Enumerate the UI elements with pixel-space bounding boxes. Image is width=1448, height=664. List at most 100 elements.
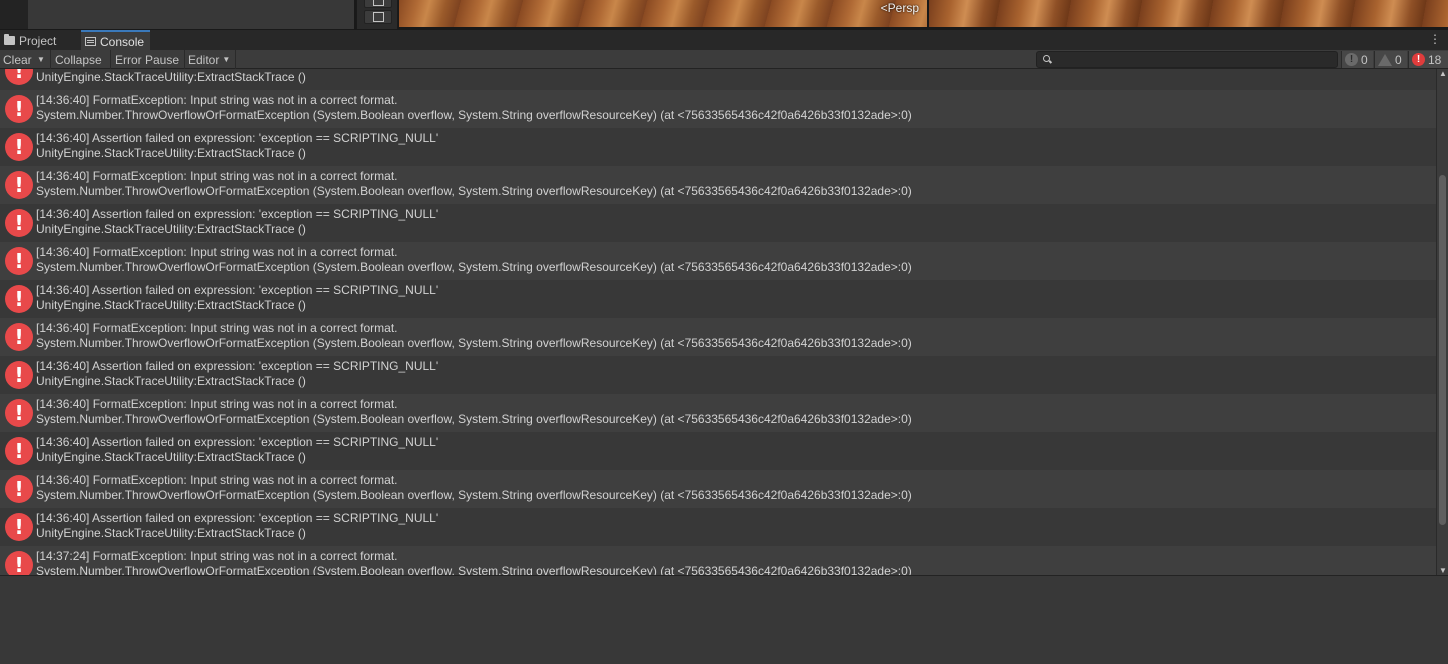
error-icon: !: [5, 95, 33, 123]
log-entry[interactable]: ! [14:36:40] FormatException: Input strin…: [0, 470, 1436, 508]
error-count: 18: [1428, 52, 1442, 67]
chevron-down-icon: ▼: [37, 55, 45, 64]
warning-icon: [1378, 53, 1392, 66]
console-toolbar: Clear ▼ Collapse Error Pause Editor ▼ ! …: [0, 50, 1448, 69]
error-icon: !: [5, 171, 33, 199]
rect-tool-button[interactable]: [364, 10, 392, 24]
log-details-pane: [0, 575, 1448, 664]
log-message: [14:36:40] Assertion failed on expressio…: [36, 359, 439, 373]
log-entry[interactable]: ! [14:36:40] FormatException: Input strin…: [0, 394, 1436, 432]
log-message: [14:37:24] FormatException: Input string…: [36, 549, 398, 563]
error-icon: !: [1412, 53, 1425, 66]
log-entry[interactable]: ! [14:36:40] FormatException: Input strin…: [0, 166, 1436, 204]
clear-label: Clear: [3, 52, 32, 67]
info-icon: !: [1345, 53, 1358, 66]
error-icon: !: [5, 323, 33, 351]
error-icon: !: [5, 475, 33, 503]
error-icon: !: [5, 399, 33, 427]
log-entry[interactable]: ! [14:36:40] Assertion failed on expressi…: [0, 356, 1436, 394]
grid-icon: [372, 0, 384, 6]
log-stacktrace: UnityEngine.StackTraceUtility:ExtractSta…: [36, 374, 306, 388]
log-message: [14:36:40] FormatException: Input string…: [36, 169, 398, 183]
error-icon: !: [5, 247, 33, 275]
log-message: [14:36:40] FormatException: Input string…: [36, 397, 398, 411]
error-icon: !: [5, 209, 33, 237]
log-message: [14:36:40] FormatException: Input string…: [36, 321, 398, 335]
error-icon: !: [5, 437, 33, 465]
tab-console-label: Console: [100, 34, 145, 49]
editor-dropdown[interactable]: Editor ▼: [185, 50, 236, 69]
collapse-toggle[interactable]: Collapse: [52, 50, 111, 69]
error-pause-label: Error Pause: [115, 52, 180, 67]
search-input[interactable]: [1036, 51, 1338, 68]
log-message: [14:36:40] Assertion failed on expressio…: [36, 131, 439, 145]
log-message: [14:36:40] FormatException: Input string…: [36, 93, 398, 107]
rect-tool-icon: [372, 12, 384, 22]
scene-tool-column: [356, 0, 398, 29]
editor-label: Editor: [188, 52, 220, 67]
log-message: [14:36:40] FormatException: Input string…: [36, 473, 398, 487]
log-stacktrace: System.Number.ThrowOverflowOrFormatExcep…: [36, 488, 912, 502]
log-stacktrace: UnityEngine.StackTraceUtility:ExtractSta…: [36, 222, 306, 236]
log-entry[interactable]: ! [14:36:40] Assertion failed on expressi…: [0, 204, 1436, 242]
scene-viewport[interactable]: <Persp: [399, 0, 927, 27]
error-icon: !: [5, 133, 33, 161]
game-viewport[interactable]: [929, 0, 1448, 27]
log-message: [14:36:40] Assertion failed on expressio…: [36, 207, 439, 221]
error-icon: !: [5, 551, 33, 575]
log-entry[interactable]: ! [14:36:40] Assertion failed on expressi…: [0, 128, 1436, 166]
persp-label[interactable]: <Persp: [881, 1, 919, 15]
warning-count: 0: [1395, 52, 1402, 67]
tab-project-label: Project: [19, 33, 57, 48]
scrollbar-thumb[interactable]: [1439, 175, 1446, 525]
panel-tab-bar: Project Console ⋮: [0, 29, 1448, 51]
error-icon: !: [5, 513, 33, 541]
warning-count-toggle[interactable]: 0: [1374, 51, 1407, 68]
log-stacktrace: UnityEngine.StackTraceUtility:ExtractSta…: [36, 450, 306, 464]
log-stacktrace: System.Number.ThrowOverflowOrFormatExcep…: [36, 108, 912, 122]
clear-button[interactable]: Clear: [0, 50, 34, 69]
scene-tool-button[interactable]: [364, 0, 392, 8]
search-icon: [1043, 55, 1050, 62]
log-entry[interactable]: ! [14:36:40] Assertion failed on expressi…: [0, 508, 1436, 546]
scroll-up-icon[interactable]: ▲: [1439, 69, 1447, 78]
log-message: [14:36:40] Assertion failed on expressio…: [36, 435, 439, 449]
error-count-toggle[interactable]: ! 18: [1408, 51, 1448, 68]
log-stacktrace: UnityEngine.StackTraceUtility:ExtractSta…: [36, 298, 306, 312]
log-stacktrace: System.Number.ThrowOverflowOrFormatExcep…: [36, 184, 912, 198]
error-pause-toggle[interactable]: Error Pause: [112, 50, 185, 69]
log-stacktrace: UnityEngine.StackTraceUtility:ExtractSta…: [36, 526, 306, 540]
log-entry[interactable]: ! [14:36:40] FormatException: Input strin…: [0, 90, 1436, 128]
log-stacktrace: System.Number.ThrowOverflowOrFormatExcep…: [36, 260, 912, 274]
log-message: [14:36:40] Assertion failed on expressio…: [36, 283, 439, 297]
log-stacktrace: UnityEngine.StackTraceUtility:ExtractSta…: [36, 70, 306, 84]
console-log-list[interactable]: ! UnityEngine.StackTraceUtility:ExtractSt…: [0, 69, 1436, 575]
log-scrollbar[interactable]: ▲ ▼: [1436, 69, 1448, 575]
log-entry[interactable]: ! [14:37:24] FormatException: Input strin…: [0, 546, 1436, 575]
log-message: [14:36:40] Assertion failed on expressio…: [36, 511, 439, 525]
log-stacktrace: UnityEngine.StackTraceUtility:ExtractSta…: [36, 146, 306, 160]
scroll-down-icon[interactable]: ▼: [1439, 566, 1447, 575]
tab-console[interactable]: Console: [81, 30, 151, 51]
error-icon: !: [5, 285, 33, 313]
tab-project[interactable]: Project: [0, 30, 62, 51]
info-count-toggle[interactable]: ! 0: [1341, 51, 1373, 68]
chevron-down-icon: ▼: [222, 55, 231, 64]
inspector-panel-edge: [28, 0, 354, 29]
log-entry[interactable]: ! [14:36:40] Assertion failed on expressi…: [0, 280, 1436, 318]
log-entry[interactable]: ! [14:36:40] Assertion failed on expressi…: [0, 432, 1436, 470]
clear-options-dropdown[interactable]: ▼: [34, 50, 51, 69]
log-entry[interactable]: ! [14:36:40] FormatException: Input strin…: [0, 318, 1436, 356]
log-message: [14:36:40] FormatException: Input string…: [36, 245, 398, 259]
log-entry[interactable]: ! UnityEngine.StackTraceUtility:ExtractSt…: [0, 69, 1436, 90]
collapse-label: Collapse: [55, 52, 102, 67]
scene-view-strip: <Persp: [0, 0, 1448, 29]
log-stacktrace: System.Number.ThrowOverflowOrFormatExcep…: [36, 336, 912, 350]
console-icon: [85, 37, 96, 46]
info-count: 0: [1361, 52, 1368, 67]
log-stacktrace: System.Number.ThrowOverflowOrFormatExcep…: [36, 412, 912, 426]
log-entry[interactable]: ! [14:36:40] FormatException: Input strin…: [0, 242, 1436, 280]
log-stacktrace: System.Number.ThrowOverflowOrFormatExcep…: [36, 564, 912, 575]
error-icon: !: [5, 361, 33, 389]
more-options-icon[interactable]: ⋮: [1429, 32, 1441, 46]
